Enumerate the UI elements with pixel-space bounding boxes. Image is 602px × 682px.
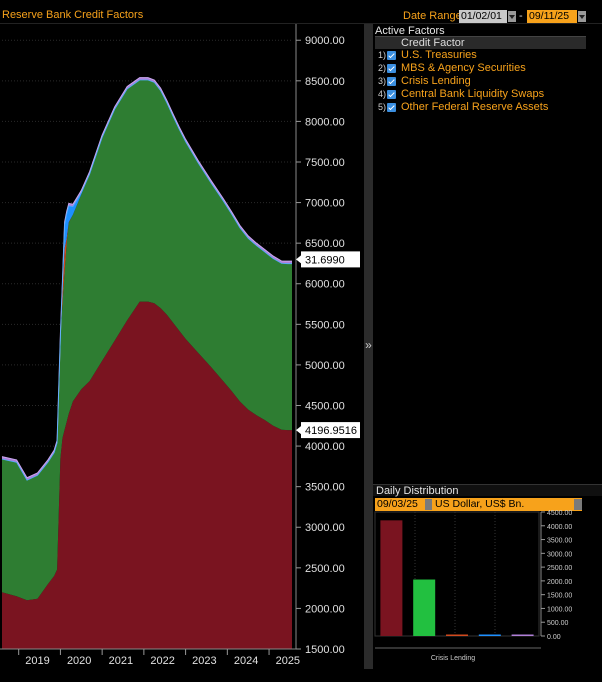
y-tick-label: 4500.00: [305, 400, 345, 412]
y-tick-label: 8000.00: [305, 116, 345, 128]
dist-bar: [413, 579, 436, 636]
factor-checkbox[interactable]: [387, 64, 396, 73]
end-date-field[interactable]: 09/11/25: [527, 10, 577, 23]
last-value-label: 4196.9516: [305, 425, 357, 437]
y-tick-label: 5500.00: [305, 319, 345, 331]
factor-number: 2): [378, 63, 387, 73]
page-title: Reserve Bank Credit Factors: [2, 9, 144, 21]
factor-checkbox[interactable]: [387, 77, 396, 86]
x-tick-label: 2024: [234, 655, 258, 667]
distribution-chart: 4500.00 4000.00 3500.00 3000.00 2500.00 2000.…: [373, 510, 602, 669]
factor-number: 3): [378, 76, 387, 86]
dist-y-tick-label: 1000.00: [547, 606, 572, 613]
title-bar: Reserve Bank Credit Factors Date Range 0…: [0, 0, 602, 24]
dist-y-tick-label: 1500.00: [547, 593, 572, 600]
dist-y-tick-label: 4500.00: [547, 510, 572, 517]
main-chart[interactable]: 9000.00 8500.00 8000.00 7500.00 7000.00 6500.…: [0, 24, 364, 669]
dist-y-tick-label: 2500.00: [547, 565, 572, 572]
y-tick-label: 3000.00: [305, 522, 345, 534]
main-chart-svg: 9000.00 8500.00 8000.00 7500.00 7000.00 6500.…: [0, 24, 364, 667]
end-date-dropdown-icon[interactable]: [578, 11, 586, 22]
dist-y-tick-label: 0.00: [547, 634, 561, 641]
distribution-heading: Daily Distribution: [373, 484, 602, 497]
dist-y-tick-label: 2000.00: [547, 579, 572, 586]
dist-bar: [478, 634, 501, 636]
x-tick-label: 2023: [192, 655, 216, 667]
x-tick-label: 2019: [25, 655, 49, 667]
factor-row[interactable]: 4) Central Bank Liquidity Swaps: [378, 88, 583, 101]
factor-label: Other Federal Reserve Assets: [401, 101, 549, 113]
factor-number: 5): [378, 102, 387, 112]
x-tick-label: 2025: [276, 655, 300, 667]
dist-y-tick-label: 3500.00: [547, 538, 572, 545]
side-panel: Active Factors Credit Factor 1) U.S. Trea…: [373, 24, 602, 669]
dist-x-label: Crisis Lending: [431, 655, 475, 662]
factor-label: Central Bank Liquidity Swaps: [401, 88, 545, 100]
start-date-dropdown-icon[interactable]: [508, 11, 516, 22]
y-tick-label: 5000.00: [305, 360, 345, 372]
y-tick-label: 2500.00: [305, 563, 345, 575]
distribution-chart-svg: 4500.00 4000.00 3500.00 3000.00 2500.00 2000.…: [374, 510, 572, 662]
factor-number: 4): [378, 89, 387, 99]
factor-checkbox[interactable]: [387, 51, 396, 60]
factor-label: Crisis Lending: [401, 75, 471, 87]
x-tick-label: 2021: [109, 655, 133, 667]
y-tick-label: 2000.00: [305, 603, 345, 615]
factor-number: 1): [378, 50, 387, 60]
date-range-label: Date Range: [403, 10, 462, 22]
factor-checkbox[interactable]: [387, 103, 396, 112]
y-tick-label: 6500.00: [305, 238, 345, 250]
factor-row[interactable]: 5) Other Federal Reserve Assets: [378, 101, 583, 114]
dist-bar: [511, 634, 534, 636]
y-tick-label: 7000.00: [305, 198, 345, 210]
y-tick-label: 7500.00: [305, 157, 345, 169]
dist-y-tick-label: 500.00: [547, 620, 569, 627]
distribution-date-dropdown-icon[interactable]: [425, 499, 432, 510]
y-tick-label: 3500.00: [305, 482, 345, 494]
distribution-unit-dropdown-icon[interactable]: [574, 499, 582, 510]
factor-row[interactable]: 3) Crisis Lending: [378, 75, 583, 88]
dist-bar: [380, 520, 403, 636]
factor-checkbox[interactable]: [387, 90, 396, 99]
collapse-panel-icon[interactable]: »: [364, 338, 373, 352]
distribution-heading-label: Daily Distribution: [376, 485, 459, 497]
y-tick-label: 9000.00: [305, 35, 345, 47]
date-separator: -: [519, 10, 523, 22]
factor-row[interactable]: 1) U.S. Treasuries: [378, 49, 583, 62]
dist-bar: [446, 634, 468, 636]
start-date-field[interactable]: 01/02/01: [459, 10, 507, 23]
y-tick-label: 4000.00: [305, 441, 345, 453]
factor-row[interactable]: 2) MBS & Agency Securities: [378, 62, 583, 75]
factor-label: MBS & Agency Securities: [401, 62, 526, 74]
y-tick-label: 1500.00: [305, 644, 345, 656]
factor-label: U.S. Treasuries: [401, 49, 477, 61]
y-tick-label: 6000.00: [305, 279, 345, 291]
dist-y-tick-label: 3000.00: [547, 551, 572, 558]
x-tick-label: 2020: [67, 655, 91, 667]
factor-column-header: Credit Factor: [375, 36, 586, 49]
y-tick-label: 8500.00: [305, 76, 345, 88]
last-value-label: 31.6990: [305, 254, 345, 266]
dist-y-tick-label: 4000.00: [547, 524, 572, 531]
x-tick-label: 2022: [150, 655, 174, 667]
